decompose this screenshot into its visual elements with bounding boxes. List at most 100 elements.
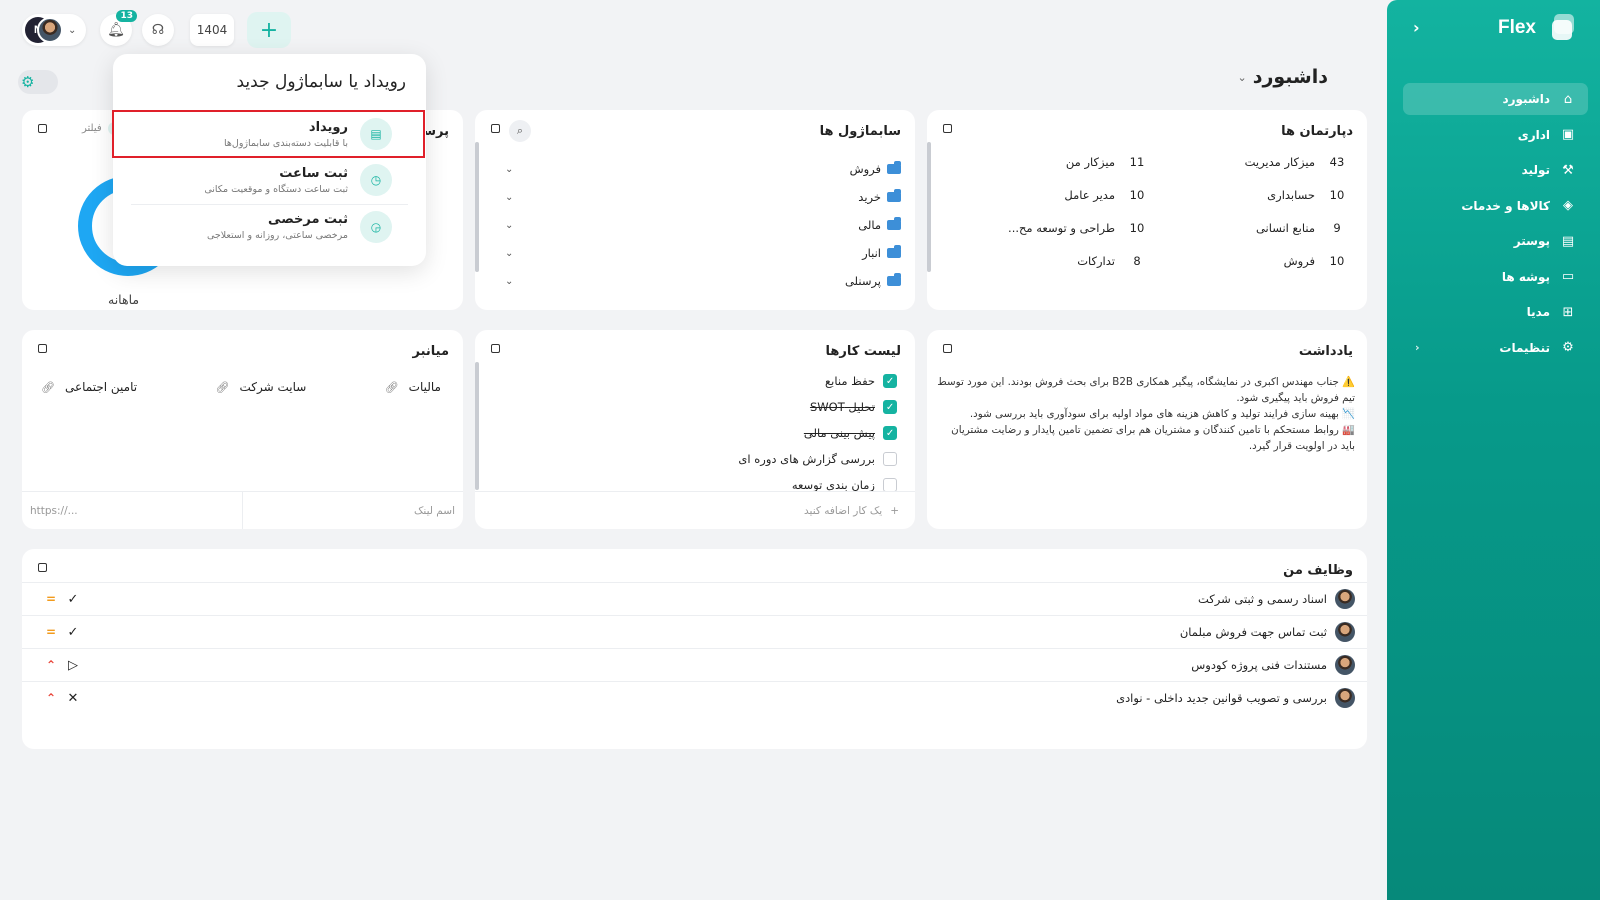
note-content[interactable]: ⚠️ جناب مهندس اکبری در نمایشگاه، پیگیر ه… — [935, 374, 1355, 454]
chevron-down-icon: ⌄ — [68, 24, 77, 36]
add-new-button[interactable]: + — [247, 12, 291, 48]
scrollbar[interactable] — [927, 142, 931, 272]
link-icon: 🔗︎ — [384, 380, 399, 394]
folder-icon — [887, 189, 901, 202]
checkbox-unchecked[interactable] — [883, 452, 897, 466]
department-item[interactable]: 10 مدیر عامل — [945, 188, 1145, 202]
notifications-button[interactable]: 🔔︎ 13 — [100, 10, 137, 46]
sidebar-item-products[interactable]: ◈ کالاها و خدمات — [1403, 190, 1588, 222]
brand[interactable]: Flex — [1498, 14, 1574, 42]
submodule-item[interactable]: پرسنلی ⌄ — [501, 267, 901, 295]
popup-item-clock-in[interactable]: ◷ ثبت ساعت ثبت ساعت دستگاه و موقعیت مکانی — [131, 158, 408, 202]
shortcut-links: مالیات 🔗︎ سایت شرکت 🔗︎ تامین اجتماعی 🔗︎ — [41, 380, 441, 394]
submodule-item[interactable]: خرید ⌄ — [501, 183, 901, 211]
sidebar-item-dashboard[interactable]: ⌂ داشبورد — [1403, 83, 1588, 115]
shortcut-link[interactable]: مالیات 🔗︎ — [385, 380, 441, 394]
department-item[interactable]: 8 تدارکات — [945, 254, 1145, 268]
chevron-down-icon[interactable]: ⌄ — [1237, 71, 1246, 84]
department-item[interactable]: 43 میزکار مدیریت — [1145, 155, 1345, 169]
shortcuts-title: میانبر — [412, 344, 449, 359]
avatar: N — [25, 17, 63, 43]
add-task-input[interactable]: + یک کار اضافه کنید — [475, 491, 915, 529]
chevron-down-icon[interactable]: ⌄ — [505, 164, 513, 175]
highlight-box — [112, 110, 425, 158]
sidebar-item-media[interactable]: ⊞ مدیا — [1403, 296, 1588, 328]
sidebar-item-production[interactable]: ⚒ تولید — [1403, 154, 1588, 186]
chevron-down-icon[interactable]: ⌄ — [505, 248, 513, 259]
task-row[interactable]: بررسی و تصویب قوانین جدید داخلی - نوادی … — [22, 681, 1367, 714]
priority-high-icon: ⌃ — [45, 658, 57, 672]
task-row[interactable]: ثبت تماس جهت فروش مبلمان ✓ = — [22, 615, 1367, 648]
chevron-down-icon[interactable]: ⌄ — [505, 276, 513, 287]
todo-item[interactable]: ✓ تحلیل SWOT — [475, 394, 897, 420]
departments-title: دپارتمان ها — [1281, 124, 1353, 139]
chevron-down-icon[interactable]: ⌄ — [505, 192, 513, 203]
sidebar-collapse-icon[interactable]: ‹ — [1413, 18, 1420, 37]
sidebar-item-folders[interactable]: ▭ پوشه ها — [1403, 261, 1588, 293]
chevron-down-icon[interactable]: ⌄ — [505, 220, 513, 231]
submodules-title: سابماژول ها — [819, 124, 901, 139]
expand-icon[interactable] — [38, 344, 47, 353]
year-selector[interactable]: 1404 — [190, 14, 234, 46]
shortcut-link[interactable]: تامین اجتماعی 🔗︎ — [41, 380, 137, 394]
expand-icon[interactable] — [491, 124, 500, 133]
filter-label: فیلتر — [82, 123, 102, 134]
expand-icon[interactable] — [38, 563, 47, 572]
checkbox-checked[interactable]: ✓ — [883, 426, 897, 440]
support-button[interactable]: ☊ — [142, 14, 174, 46]
search-icon[interactable]: ⌕ — [509, 120, 531, 142]
avatar — [1335, 655, 1355, 675]
shortcut-link[interactable]: سایت شرکت 🔗︎ — [216, 380, 307, 394]
department-item[interactable]: 10 طراحی و توسعه مح... — [945, 221, 1145, 235]
todo-item[interactable]: ✓ حفظ منابع — [475, 368, 897, 394]
todo-card: لیست کارها ✓ حفظ منابع ✓ تحلیل SWOT ✓ پیش ب… — [475, 330, 915, 529]
my-tasks-title: وظایف من — [1283, 563, 1353, 578]
checkbox-unchecked[interactable] — [883, 478, 897, 492]
department-item[interactable]: 10 حسابداری — [1145, 188, 1345, 202]
expand-icon[interactable] — [38, 124, 47, 133]
sidebar-item-poster[interactable]: ▤ پوستر — [1403, 225, 1588, 257]
sidebar-item-office[interactable]: ▣ اداری — [1403, 119, 1588, 151]
new-event-popup: رویداد یا سابماژول جدید ▤ رویداد با قابلی… — [113, 54, 426, 266]
department-item[interactable]: 10 فروش — [1145, 254, 1345, 268]
submodule-item[interactable]: فروش ⌄ — [501, 155, 901, 183]
submodule-item[interactable]: مالی ⌄ — [501, 211, 901, 239]
user-menu[interactable]: N ⌄ — [22, 14, 86, 46]
departments-card: دپارتمان ها 43 میزکار مدیریت 11 میزکار من … — [927, 110, 1367, 310]
submodule-item[interactable]: انبار ⌄ — [501, 239, 901, 267]
task-row[interactable]: اسناد رسمی و ثبتی شرکت ✓ = — [22, 582, 1367, 615]
expand-icon[interactable] — [491, 344, 500, 353]
departments-grid: 43 میزکار مدیریت 11 میزکار من 10 حسابداری 1… — [945, 155, 1345, 268]
link-name-input[interactable]: اسم لینک — [243, 492, 463, 529]
todo-item[interactable]: بررسی گزارش های دوره ای — [475, 446, 897, 472]
clock-icon: ◷ — [360, 164, 392, 196]
checkbox-checked[interactable]: ✓ — [883, 374, 897, 388]
task-row[interactable]: مستندات فنی پروژه کودوس ▷ ⌃ — [22, 648, 1367, 681]
briefcase-icon: ▣ — [1561, 127, 1575, 142]
flex-logo-icon — [1546, 14, 1574, 42]
submodules-card: سابماژول ها ⌕ فروش ⌄ خرید ⌄ مالی ⌄ انبار ⌄ پ… — [475, 110, 915, 310]
expand-icon[interactable] — [943, 124, 952, 133]
scrollbar[interactable] — [475, 362, 479, 490]
avatar — [1335, 688, 1355, 708]
sidebar: Flex ‹ ⌂ داشبورد ▣ اداری ⚒ تولید ◈ کالاها و … — [1387, 0, 1600, 900]
folder-icon — [887, 273, 901, 286]
add-link-form: اسم لینک https://... — [22, 491, 463, 529]
avatar — [1335, 622, 1355, 642]
department-item[interactable]: 11 میزکار من — [945, 155, 1145, 169]
period-label[interactable]: ماهانه — [108, 292, 139, 307]
folder-icon — [887, 161, 901, 174]
scrollbar[interactable] — [475, 142, 479, 272]
status-done-icon: ✓ — [67, 591, 79, 607]
expand-icon[interactable] — [943, 344, 952, 353]
my-tasks-card: وظایف من اسناد رسمی و ثبتی شرکت ✓ = ثبت … — [22, 549, 1367, 749]
settings-toggle[interactable]: ⚙ — [18, 70, 58, 94]
popup-item-leave[interactable]: ◶ ثبت مرخصی مرخصی ساعتی، روزانه و استعلاج… — [131, 204, 408, 248]
checkbox-checked[interactable]: ✓ — [883, 400, 897, 414]
link-url-input[interactable]: https://... — [22, 492, 243, 529]
sidebar-item-settings[interactable]: ⚙ تنظیمات ‹ — [1403, 332, 1588, 364]
department-item[interactable]: 9 منابع انسانی — [1145, 221, 1345, 235]
shortcuts-card: میانبر مالیات 🔗︎ سایت شرکت 🔗︎ تامین اجتماع… — [22, 330, 463, 529]
todo-item[interactable]: ✓ پیش بینی مالی — [475, 420, 897, 446]
leave-icon: ◶ — [360, 210, 392, 243]
